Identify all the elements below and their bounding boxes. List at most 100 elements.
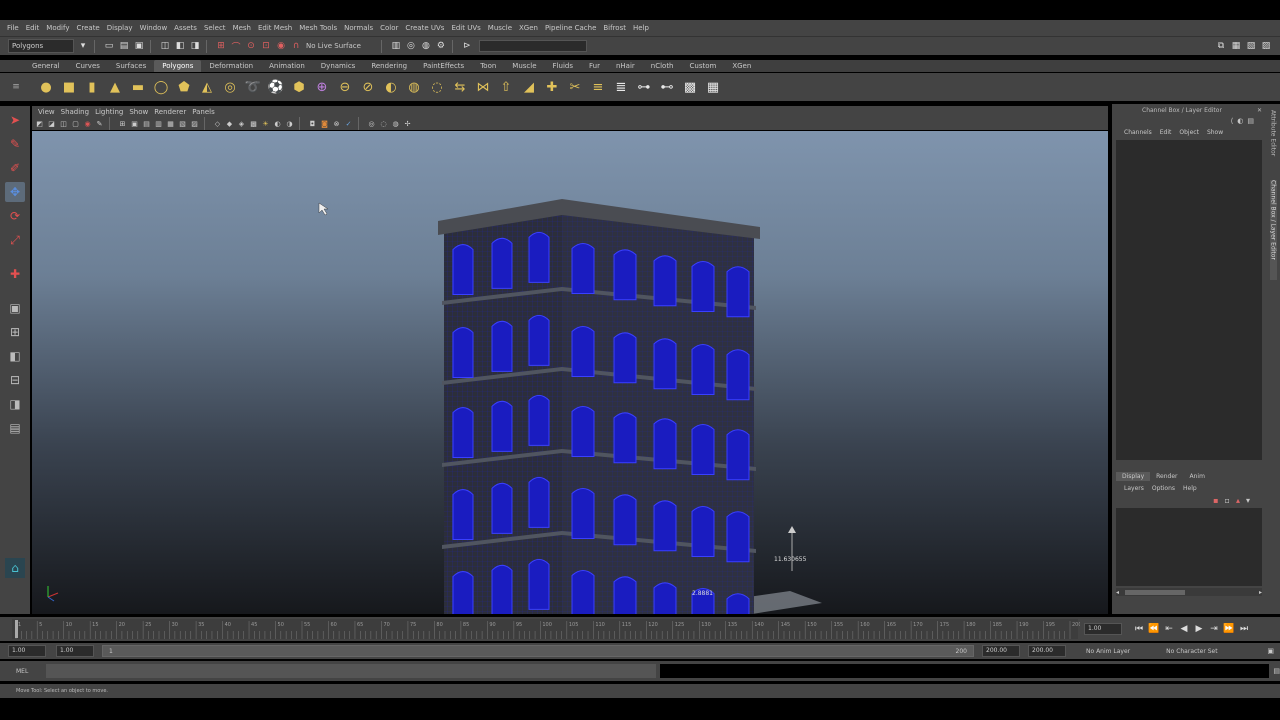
layer-list[interactable]: [1116, 508, 1262, 586]
command-input[interactable]: [46, 664, 656, 678]
pin-icon[interactable]: ⟨: [1231, 117, 1234, 125]
two-d-pan-icon[interactable]: ◉: [83, 119, 92, 128]
pyramid-icon[interactable]: ◭: [198, 78, 216, 96]
scale-tool-icon[interactable]: ⤢: [5, 230, 25, 250]
lasso-tool-icon[interactable]: ✎: [5, 134, 25, 154]
screen-space-ao-icon[interactable]: ◑: [285, 119, 294, 128]
current-time-field[interactable]: 1.00: [1084, 623, 1122, 635]
gate-mask-icon[interactable]: ▥: [154, 119, 163, 128]
snap-curve-icon[interactable]: ⌒: [230, 40, 242, 53]
quick-input-field[interactable]: [478, 40, 587, 52]
resolution-gate-icon[interactable]: ▤: [142, 119, 151, 128]
field-chart-icon[interactable]: ▦: [166, 119, 175, 128]
menu-edit-mesh[interactable]: Edit Mesh: [258, 24, 292, 32]
split-icon[interactable]: ✂: [566, 78, 584, 96]
end-time-field[interactable]: 200.00: [1028, 645, 1066, 657]
close-icon[interactable]: ✕: [1257, 107, 1262, 114]
grid-icon[interactable]: ⊞: [118, 119, 127, 128]
panel-menu-lighting[interactable]: Lighting: [95, 108, 123, 116]
menu-pipeline-cache[interactable]: Pipeline Cache: [545, 24, 596, 32]
menu-display[interactable]: Display: [107, 24, 133, 32]
layer-menu-layers[interactable]: Layers: [1124, 485, 1144, 492]
color-management-icon[interactable]: ✢: [403, 119, 412, 128]
panel-menu-view[interactable]: View: [38, 108, 55, 116]
layer-tab-anim[interactable]: Anim: [1184, 472, 1211, 481]
shelf-tab-deformation[interactable]: Deformation: [201, 60, 261, 72]
snap-grid-icon[interactable]: ⊞: [215, 40, 227, 52]
pipe-icon[interactable]: ◎: [221, 78, 239, 96]
render-view-icon[interactable]: ▥: [390, 40, 402, 52]
layer-toggle-icon[interactable]: ▤: [1247, 117, 1254, 125]
shelf-tab-animation[interactable]: Animation: [261, 60, 313, 72]
prism-icon[interactable]: ⬟: [175, 78, 193, 96]
move-up-layer-icon[interactable]: ▴: [1236, 496, 1240, 505]
menu-select[interactable]: Select: [204, 24, 226, 32]
xray-icon[interactable]: ◙: [320, 119, 329, 128]
select-object-icon[interactable]: ◧: [174, 40, 186, 52]
bookmark-icon[interactable]: ◫: [59, 119, 68, 128]
persp-outliner-layout-icon[interactable]: ◧: [5, 346, 25, 366]
booleans-icon[interactable]: ◐: [382, 78, 400, 96]
safe-action-icon[interactable]: ▧: [178, 119, 187, 128]
channel-toggle-icon[interactable]: ◐: [1237, 117, 1243, 125]
uv-icon[interactable]: ▦: [704, 78, 722, 96]
average-icon[interactable]: ◌: [428, 78, 446, 96]
rotate-tool-icon[interactable]: ⟳: [5, 206, 25, 226]
channel-box-toggle-icon[interactable]: ▨: [1260, 40, 1272, 52]
scroll-right-icon[interactable]: ▸: [1259, 589, 1262, 596]
step-forward-key-icon[interactable]: ⇥: [1208, 623, 1220, 635]
platonic-icon[interactable]: ⬢: [290, 78, 308, 96]
scroll-thumb[interactable]: [1125, 589, 1186, 595]
safe-title-icon[interactable]: ▨: [190, 119, 199, 128]
channel-box-menu-channels[interactable]: Channels: [1124, 129, 1152, 136]
layer-menu-help[interactable]: Help: [1183, 485, 1197, 492]
last-tool-icon[interactable]: ✚: [5, 264, 25, 284]
play-backwards-icon[interactable]: ◀: [1178, 623, 1190, 635]
ipr-render-icon[interactable]: ◍: [420, 40, 432, 52]
sphere-icon[interactable]: ●: [37, 78, 55, 96]
merge-icon[interactable]: ⊶: [635, 78, 653, 96]
playback-start-field[interactable]: 1.00: [56, 645, 94, 657]
menu-file[interactable]: File: [7, 24, 19, 32]
exposure-icon[interactable]: ◌: [379, 119, 388, 128]
open-scene-icon[interactable]: ▤: [118, 40, 130, 52]
channel-list[interactable]: [1116, 140, 1262, 460]
combine-icon[interactable]: ⊕: [313, 78, 331, 96]
shelf-tab-fur[interactable]: Fur: [581, 60, 608, 72]
menu-muscle[interactable]: Muscle: [488, 24, 512, 32]
menu-assets[interactable]: Assets: [174, 24, 197, 32]
shelf-tab-general[interactable]: General: [24, 60, 68, 72]
high-quality-icon[interactable]: ◎: [367, 119, 376, 128]
isolate-select-icon[interactable]: ◘: [308, 119, 317, 128]
smooth-icon[interactable]: ◍: [405, 78, 423, 96]
menu-modify[interactable]: Modify: [46, 24, 69, 32]
chevron-down-icon[interactable]: ▾: [77, 40, 89, 52]
backface-culling-icon[interactable]: ✓: [344, 119, 353, 128]
snap-view-plane-icon[interactable]: ⊡: [260, 40, 272, 52]
menu-help[interactable]: Help: [633, 24, 649, 32]
menu-mesh[interactable]: Mesh: [233, 24, 251, 32]
extract-icon[interactable]: ⊘: [359, 78, 377, 96]
shelf-tab-polygons[interactable]: Polygons: [154, 60, 202, 72]
mirror-icon[interactable]: ⇆: [451, 78, 469, 96]
perspective-viewport[interactable]: 11.630655 2.8881: [32, 131, 1108, 614]
image-plane-icon[interactable]: ▢: [71, 119, 80, 128]
step-back-key-icon[interactable]: ⇤: [1163, 623, 1175, 635]
shelf-tab-fluids[interactable]: Fluids: [545, 60, 581, 72]
attribute-editor-toggle-icon[interactable]: ▦: [1230, 40, 1242, 52]
script-editor-icon[interactable]: ▤: [1273, 667, 1280, 675]
soccer-icon[interactable]: ⚽: [267, 78, 285, 96]
four-view-layout-icon[interactable]: ⊞: [5, 322, 25, 342]
offset-loop-icon[interactable]: ≣: [612, 78, 630, 96]
select-camera-icon[interactable]: ◩: [35, 119, 44, 128]
channel-box-menu-edit[interactable]: Edit: [1160, 129, 1172, 136]
shelf-tab-muscle[interactable]: Muscle: [504, 60, 544, 72]
step-back-frame-icon[interactable]: ⏪: [1148, 623, 1160, 635]
layer-tab-display[interactable]: Display: [1116, 471, 1151, 481]
bridge-icon[interactable]: ⋈: [474, 78, 492, 96]
select-component-icon[interactable]: ◨: [189, 40, 201, 52]
panel-menu-shading[interactable]: Shading: [61, 108, 89, 116]
cylinder-icon[interactable]: ▮: [83, 78, 101, 96]
go-to-start-icon[interactable]: ⏮: [1133, 623, 1145, 635]
extrude-icon[interactable]: ⇧: [497, 78, 515, 96]
